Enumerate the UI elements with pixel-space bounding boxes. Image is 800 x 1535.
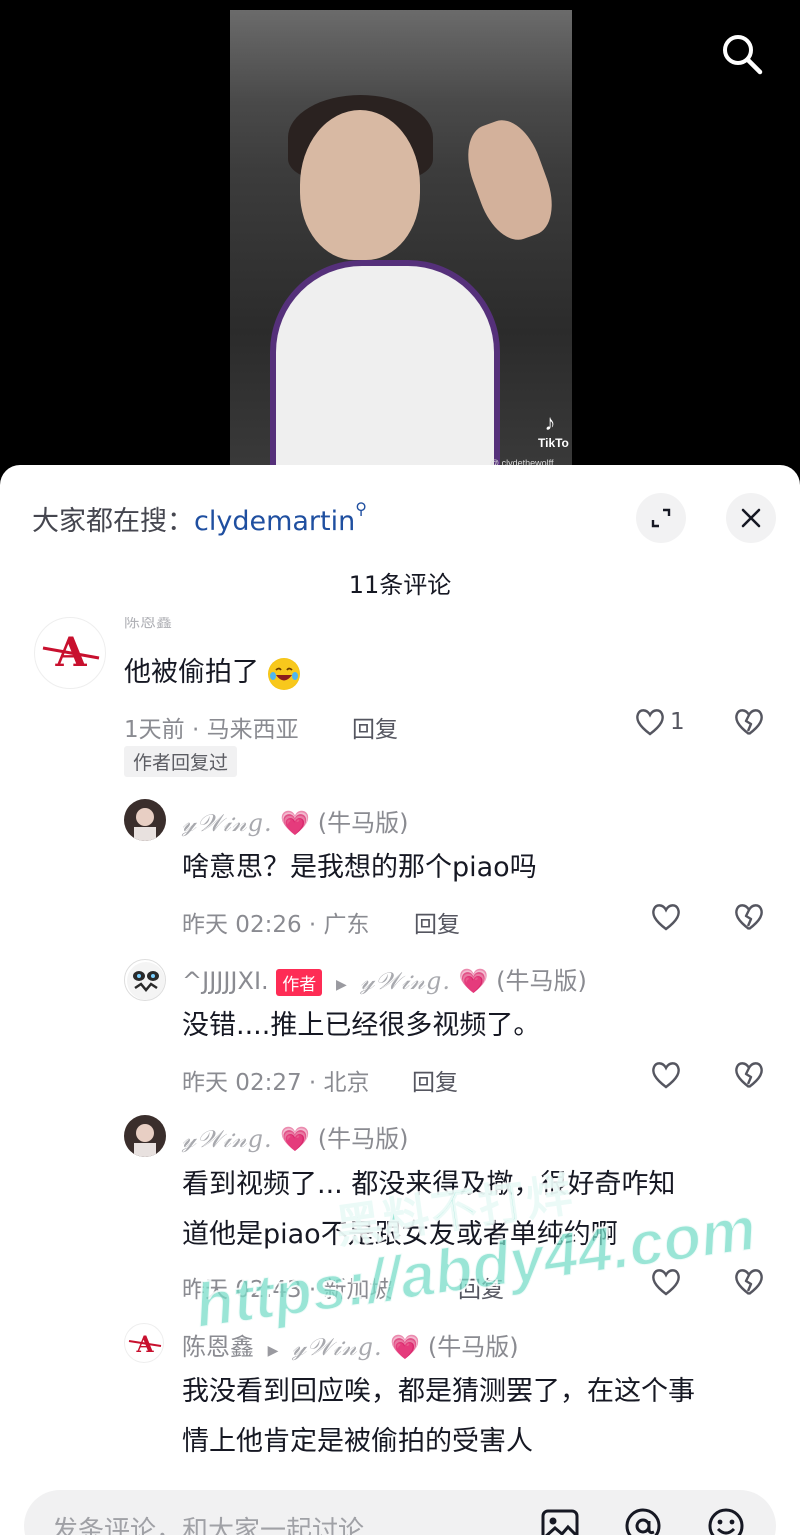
reply-to-arrow-icon: ▶ bbox=[267, 1343, 279, 1359]
tiktok-brand-text: TikTo bbox=[538, 436, 569, 450]
author-replied-badge: 作者回复过 bbox=[124, 746, 238, 777]
comment-author[interactable]: 陈恩鑫 bbox=[124, 617, 172, 637]
at-mention-icon bbox=[625, 1508, 661, 1535]
expand-icon bbox=[651, 508, 671, 528]
search-suggestion-term[interactable]: clydemartin bbox=[194, 506, 355, 537]
broken-heart-icon bbox=[735, 1269, 763, 1295]
avatar-portrait-icon bbox=[124, 799, 166, 841]
emoji-button[interactable] bbox=[704, 1504, 748, 1535]
search-button[interactable] bbox=[718, 30, 766, 78]
dislike-button[interactable] bbox=[733, 1060, 765, 1094]
heart-icon bbox=[636, 709, 664, 736]
image-button[interactable] bbox=[538, 1504, 582, 1535]
dislike-button[interactable] bbox=[733, 902, 765, 936]
avatar[interactable]: A bbox=[34, 617, 106, 689]
reply-to-tag: (牛马版) bbox=[496, 967, 587, 995]
search-icon bbox=[723, 35, 763, 75]
reply-button[interactable]: 回复 bbox=[458, 1270, 504, 1304]
comment-text-line: 看到视频了... 都没来得及撤，很好奇咋知 bbox=[182, 1169, 676, 1200]
comment-meta: 昨天 02:26 · 广东 bbox=[182, 912, 370, 938]
avatar-cartoon-icon bbox=[127, 962, 165, 1000]
comment-meta: 1天前 · 马来西亚 bbox=[124, 717, 299, 743]
comment-input-placeholder[interactable]: 发条评论，和大家一起讨论 bbox=[52, 1510, 364, 1535]
comment-count: 11条评论 bbox=[348, 571, 452, 599]
comment-author-line: 𝓎𝒲𝒾𝓃𝑔. 💗 (牛马版) bbox=[182, 1119, 409, 1154]
pink-heart-icon: 💗 bbox=[280, 809, 311, 837]
heart-icon bbox=[652, 904, 680, 931]
pink-heart-icon: 💗 bbox=[390, 1333, 421, 1361]
comment-text-line: 我没看到回应唉，都是猜测罢了，在这个事 bbox=[182, 1376, 695, 1407]
pink-heart-icon: 💗 bbox=[458, 967, 489, 995]
comment-author[interactable]: 𝓎𝒲𝒾𝓃𝑔. bbox=[182, 1125, 273, 1153]
broken-heart-icon bbox=[735, 709, 763, 735]
video-subject-face bbox=[300, 110, 420, 260]
comment-text: 啥意思？是我想的那个piao吗 bbox=[182, 852, 537, 883]
comment-author-line: ^JJJJJXI. 作者 ▶ 𝓎𝒲𝒾𝓃𝑔. 💗 (牛马版) bbox=[182, 961, 587, 996]
broken-heart-icon bbox=[735, 904, 763, 930]
comment-text: 没错....推上已经很多视频了。 bbox=[182, 1010, 541, 1041]
author-tag: (牛马版) bbox=[317, 809, 409, 837]
tiktok-logo-icon: ♪ bbox=[544, 410, 556, 435]
mention-button[interactable] bbox=[621, 1504, 665, 1535]
heart-icon bbox=[652, 1269, 680, 1296]
like-count: 1 bbox=[670, 709, 685, 735]
comment-author[interactable]: 陈恩鑫 bbox=[182, 1333, 254, 1361]
dislike-button[interactable] bbox=[733, 707, 765, 741]
video-background bbox=[230, 10, 572, 100]
comment-sheet: 大家都在搜：clydemartin⚲ 11条评论 A 陈恩鑫 他被偷拍了 bbox=[0, 465, 800, 1535]
comment-text: 他被偷拍了 bbox=[124, 648, 300, 698]
smiley-icon bbox=[708, 1508, 744, 1535]
video-player[interactable]: ♪ TikTo @ clydethewolff bbox=[0, 0, 800, 480]
avatar[interactable] bbox=[124, 1115, 166, 1157]
expand-button[interactable] bbox=[636, 493, 686, 543]
video-frame[interactable] bbox=[230, 10, 572, 470]
comment-meta: 昨天 02:43 · 新加坡 bbox=[182, 1277, 393, 1303]
avatar-logo-icon: A bbox=[42, 629, 100, 676]
comment-author-line: 𝓎𝒲𝒾𝓃𝑔. 💗 (牛马版) bbox=[182, 803, 409, 838]
search-suggestion-prefix: 大家都在搜： bbox=[32, 506, 194, 537]
video-subject-jersey bbox=[270, 260, 500, 470]
broken-heart-icon bbox=[735, 1062, 763, 1088]
avatar[interactable]: A bbox=[124, 1323, 164, 1363]
reply-to-author[interactable]: 𝓎𝒲𝒾𝓃𝑔. bbox=[360, 967, 451, 995]
image-icon bbox=[541, 1509, 579, 1535]
video-subject-hand bbox=[456, 111, 564, 249]
close-button[interactable] bbox=[726, 493, 776, 543]
reply-button[interactable]: 回复 bbox=[414, 905, 460, 939]
comment-meta: 昨天 02:27 · 北京 bbox=[182, 1070, 370, 1096]
avatar[interactable] bbox=[124, 799, 166, 841]
comment-input-bar[interactable]: 发条评论，和大家一起讨论 bbox=[24, 1490, 776, 1535]
like-button[interactable]: 1 bbox=[634, 707, 685, 737]
avatar-portrait-icon bbox=[124, 1115, 166, 1157]
heart-icon bbox=[652, 1062, 680, 1089]
avatar[interactable] bbox=[124, 959, 166, 1001]
comment-author[interactable]: 𝓎𝒲𝒾𝓃𝑔. bbox=[182, 809, 273, 837]
like-button[interactable] bbox=[650, 902, 682, 932]
like-button[interactable] bbox=[650, 1060, 682, 1090]
author-badge: 作者 bbox=[276, 969, 323, 996]
close-icon bbox=[741, 508, 761, 528]
reply-to-author[interactable]: 𝓎𝒲𝒾𝓃𝑔. bbox=[292, 1333, 383, 1361]
reply-button[interactable]: 回复 bbox=[352, 710, 398, 744]
like-button[interactable] bbox=[650, 1267, 682, 1297]
dislike-button[interactable] bbox=[733, 1267, 765, 1301]
comment-text-line: 道他是piao不是跟女友或者单纯约啊 bbox=[182, 1219, 618, 1250]
comment-author-line: 陈恩鑫 ▶ 𝓎𝒲𝒾𝓃𝑔. 💗 (牛马版) bbox=[182, 1327, 519, 1362]
pink-heart-icon: 💗 bbox=[280, 1125, 311, 1153]
reply-to-arrow-icon: ▶ bbox=[335, 977, 347, 993]
search-mini-icon: ⚲ bbox=[355, 499, 367, 518]
comment-text-body: 他被偷拍了 bbox=[124, 657, 259, 688]
tiktok-watermark: ♪ TikTo bbox=[538, 410, 569, 450]
comment-text-line: 情上他肯定是被偷拍的受害人 bbox=[182, 1426, 533, 1457]
avatar-logo-icon: A bbox=[128, 1332, 162, 1358]
reply-button[interactable]: 回复 bbox=[412, 1063, 458, 1097]
search-suggestion[interactable]: 大家都在搜：clydemartin⚲ bbox=[32, 499, 367, 538]
laughing-crying-emoji-icon bbox=[267, 657, 300, 690]
author-tag: (牛马版) bbox=[317, 1125, 409, 1153]
reply-to-tag: (牛马版) bbox=[427, 1333, 519, 1361]
comment-author[interactable]: ^JJJJJXI. bbox=[182, 967, 269, 995]
